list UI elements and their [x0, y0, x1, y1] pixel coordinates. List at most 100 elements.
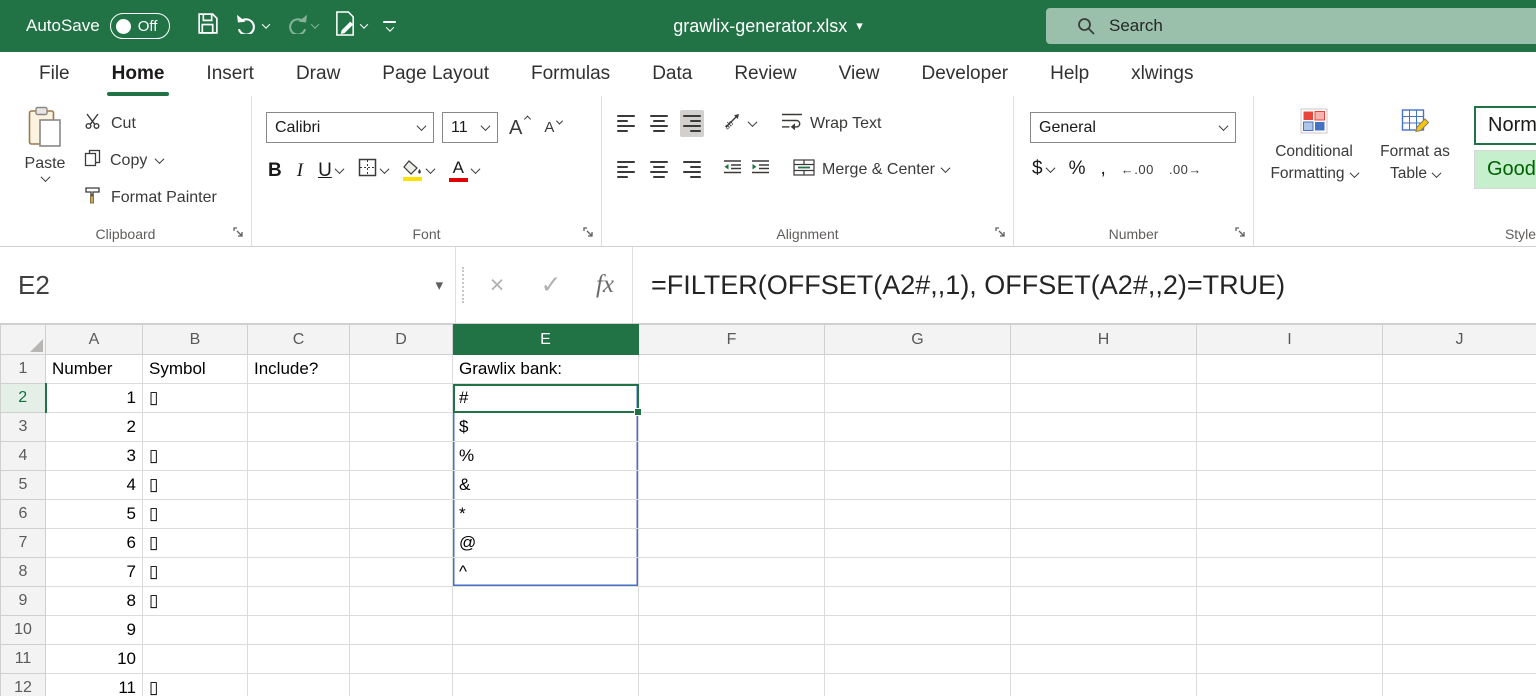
cell-D10[interactable]: [350, 616, 453, 645]
insert-function-button[interactable]: fx: [578, 271, 632, 299]
cell-E10[interactable]: [453, 616, 639, 645]
autosave-toggle[interactable]: AutoSave Off: [26, 13, 170, 39]
dialog-launcher-icon[interactable]: [995, 227, 1007, 239]
column-header-H[interactable]: H: [1011, 325, 1197, 355]
cell-J12[interactable]: [1383, 674, 1536, 696]
cell-A7[interactable]: 6: [46, 529, 143, 558]
copy-button[interactable]: Copy: [84, 149, 217, 172]
customize-quick-access-button[interactable]: [376, 17, 403, 36]
borders-button[interactable]: [358, 158, 388, 183]
cell-J3[interactable]: [1383, 413, 1536, 442]
cell-E1[interactable]: Grawlix bank:: [453, 355, 639, 384]
search-box[interactable]: Search: [1046, 8, 1536, 44]
cell-G5[interactable]: [825, 471, 1011, 500]
tab-view[interactable]: View: [818, 52, 901, 96]
cell-J2[interactable]: [1383, 384, 1536, 413]
cell-D8[interactable]: [350, 558, 453, 587]
cell-D5[interactable]: [350, 471, 453, 500]
cell-H11[interactable]: [1011, 645, 1197, 674]
tab-file[interactable]: File: [18, 52, 91, 96]
dialog-launcher-icon[interactable]: [1235, 227, 1247, 239]
tab-draw[interactable]: Draw: [275, 52, 361, 96]
format-painter-button[interactable]: Format Painter: [84, 186, 217, 209]
cell-H1[interactable]: [1011, 355, 1197, 384]
cell-G11[interactable]: [825, 645, 1011, 674]
cell-A3[interactable]: 2: [46, 413, 143, 442]
row-header-3[interactable]: 3: [1, 413, 46, 442]
cell-C8[interactable]: [248, 558, 350, 587]
row-header-2[interactable]: 2: [1, 384, 46, 413]
bold-button[interactable]: B: [268, 160, 282, 182]
conditional-formatting-button[interactable]: Conditional Formatting: [1266, 104, 1362, 184]
wrap-text-button[interactable]: Wrap Text: [781, 112, 881, 136]
cell-J9[interactable]: [1383, 587, 1536, 616]
cell-G8[interactable]: [825, 558, 1011, 587]
cell-B11[interactable]: [143, 645, 248, 674]
cell-F4[interactable]: [639, 442, 825, 471]
cell-I10[interactable]: [1197, 616, 1383, 645]
cell-D6[interactable]: [350, 500, 453, 529]
cell-H10[interactable]: [1011, 616, 1197, 645]
cell-F3[interactable]: [639, 413, 825, 442]
cell-I1[interactable]: [1197, 355, 1383, 384]
align-right-icon[interactable]: [680, 156, 704, 183]
number-format-combobox[interactable]: General: [1030, 112, 1236, 143]
cell-H9[interactable]: [1011, 587, 1197, 616]
cell-I7[interactable]: [1197, 529, 1383, 558]
column-header-A[interactable]: A: [46, 325, 143, 355]
cell-E12[interactable]: [453, 674, 639, 696]
cell-A2[interactable]: 1: [46, 384, 143, 413]
tab-data[interactable]: Data: [631, 52, 713, 96]
cell-D11[interactable]: [350, 645, 453, 674]
row-header-7[interactable]: 7: [1, 529, 46, 558]
decrease-indent-button[interactable]: [723, 159, 742, 180]
decrease-font-size-button[interactable]: A: [541, 120, 565, 135]
cell-F5[interactable]: [639, 471, 825, 500]
cell-F12[interactable]: [639, 674, 825, 696]
tab-review[interactable]: Review: [713, 52, 817, 96]
cell-E4[interactable]: %: [453, 442, 639, 471]
redo-button[interactable]: [278, 9, 325, 43]
tab-developer[interactable]: Developer: [900, 52, 1029, 96]
cell-B6[interactable]: ▯: [143, 500, 248, 529]
cell-I12[interactable]: [1197, 674, 1383, 696]
cell-G3[interactable]: [825, 413, 1011, 442]
cell-H3[interactable]: [1011, 413, 1197, 442]
dialog-launcher-icon[interactable]: [583, 227, 595, 239]
cell-C5[interactable]: [248, 471, 350, 500]
cell-C1[interactable]: Include?: [248, 355, 350, 384]
cell-C12[interactable]: [248, 674, 350, 696]
cell-F8[interactable]: [639, 558, 825, 587]
cell-D2[interactable]: [350, 384, 453, 413]
cell-C9[interactable]: [248, 587, 350, 616]
cell-C4[interactable]: [248, 442, 350, 471]
cell-B5[interactable]: ▯: [143, 471, 248, 500]
row-header-10[interactable]: 10: [1, 616, 46, 645]
cell-G4[interactable]: [825, 442, 1011, 471]
cell-C10[interactable]: [248, 616, 350, 645]
merge-center-button[interactable]: Merge & Center: [793, 159, 949, 181]
cell-H7[interactable]: [1011, 529, 1197, 558]
row-header-8[interactable]: 8: [1, 558, 46, 587]
cell-E6[interactable]: *: [453, 500, 639, 529]
cell-B8[interactable]: ▯: [143, 558, 248, 587]
column-header-I[interactable]: I: [1197, 325, 1383, 355]
cell-G10[interactable]: [825, 616, 1011, 645]
column-header-D[interactable]: D: [350, 325, 453, 355]
cell-F7[interactable]: [639, 529, 825, 558]
cell-D9[interactable]: [350, 587, 453, 616]
cell-H8[interactable]: [1011, 558, 1197, 587]
cell-G12[interactable]: [825, 674, 1011, 696]
format-as-table-button[interactable]: Format as Table: [1370, 104, 1460, 184]
font-color-button[interactable]: A: [449, 159, 479, 182]
cell-J5[interactable]: [1383, 471, 1536, 500]
cell-A9[interactable]: 8: [46, 587, 143, 616]
cell-B1[interactable]: Symbol: [143, 355, 248, 384]
dialog-launcher-icon[interactable]: [233, 227, 245, 239]
cell-I4[interactable]: [1197, 442, 1383, 471]
cell-H6[interactable]: [1011, 500, 1197, 529]
tab-formulas[interactable]: Formulas: [510, 52, 631, 96]
style-normal[interactable]: Normal: [1474, 106, 1536, 145]
column-header-J[interactable]: J: [1383, 325, 1536, 355]
increase-font-size-button[interactable]: A: [506, 118, 533, 138]
